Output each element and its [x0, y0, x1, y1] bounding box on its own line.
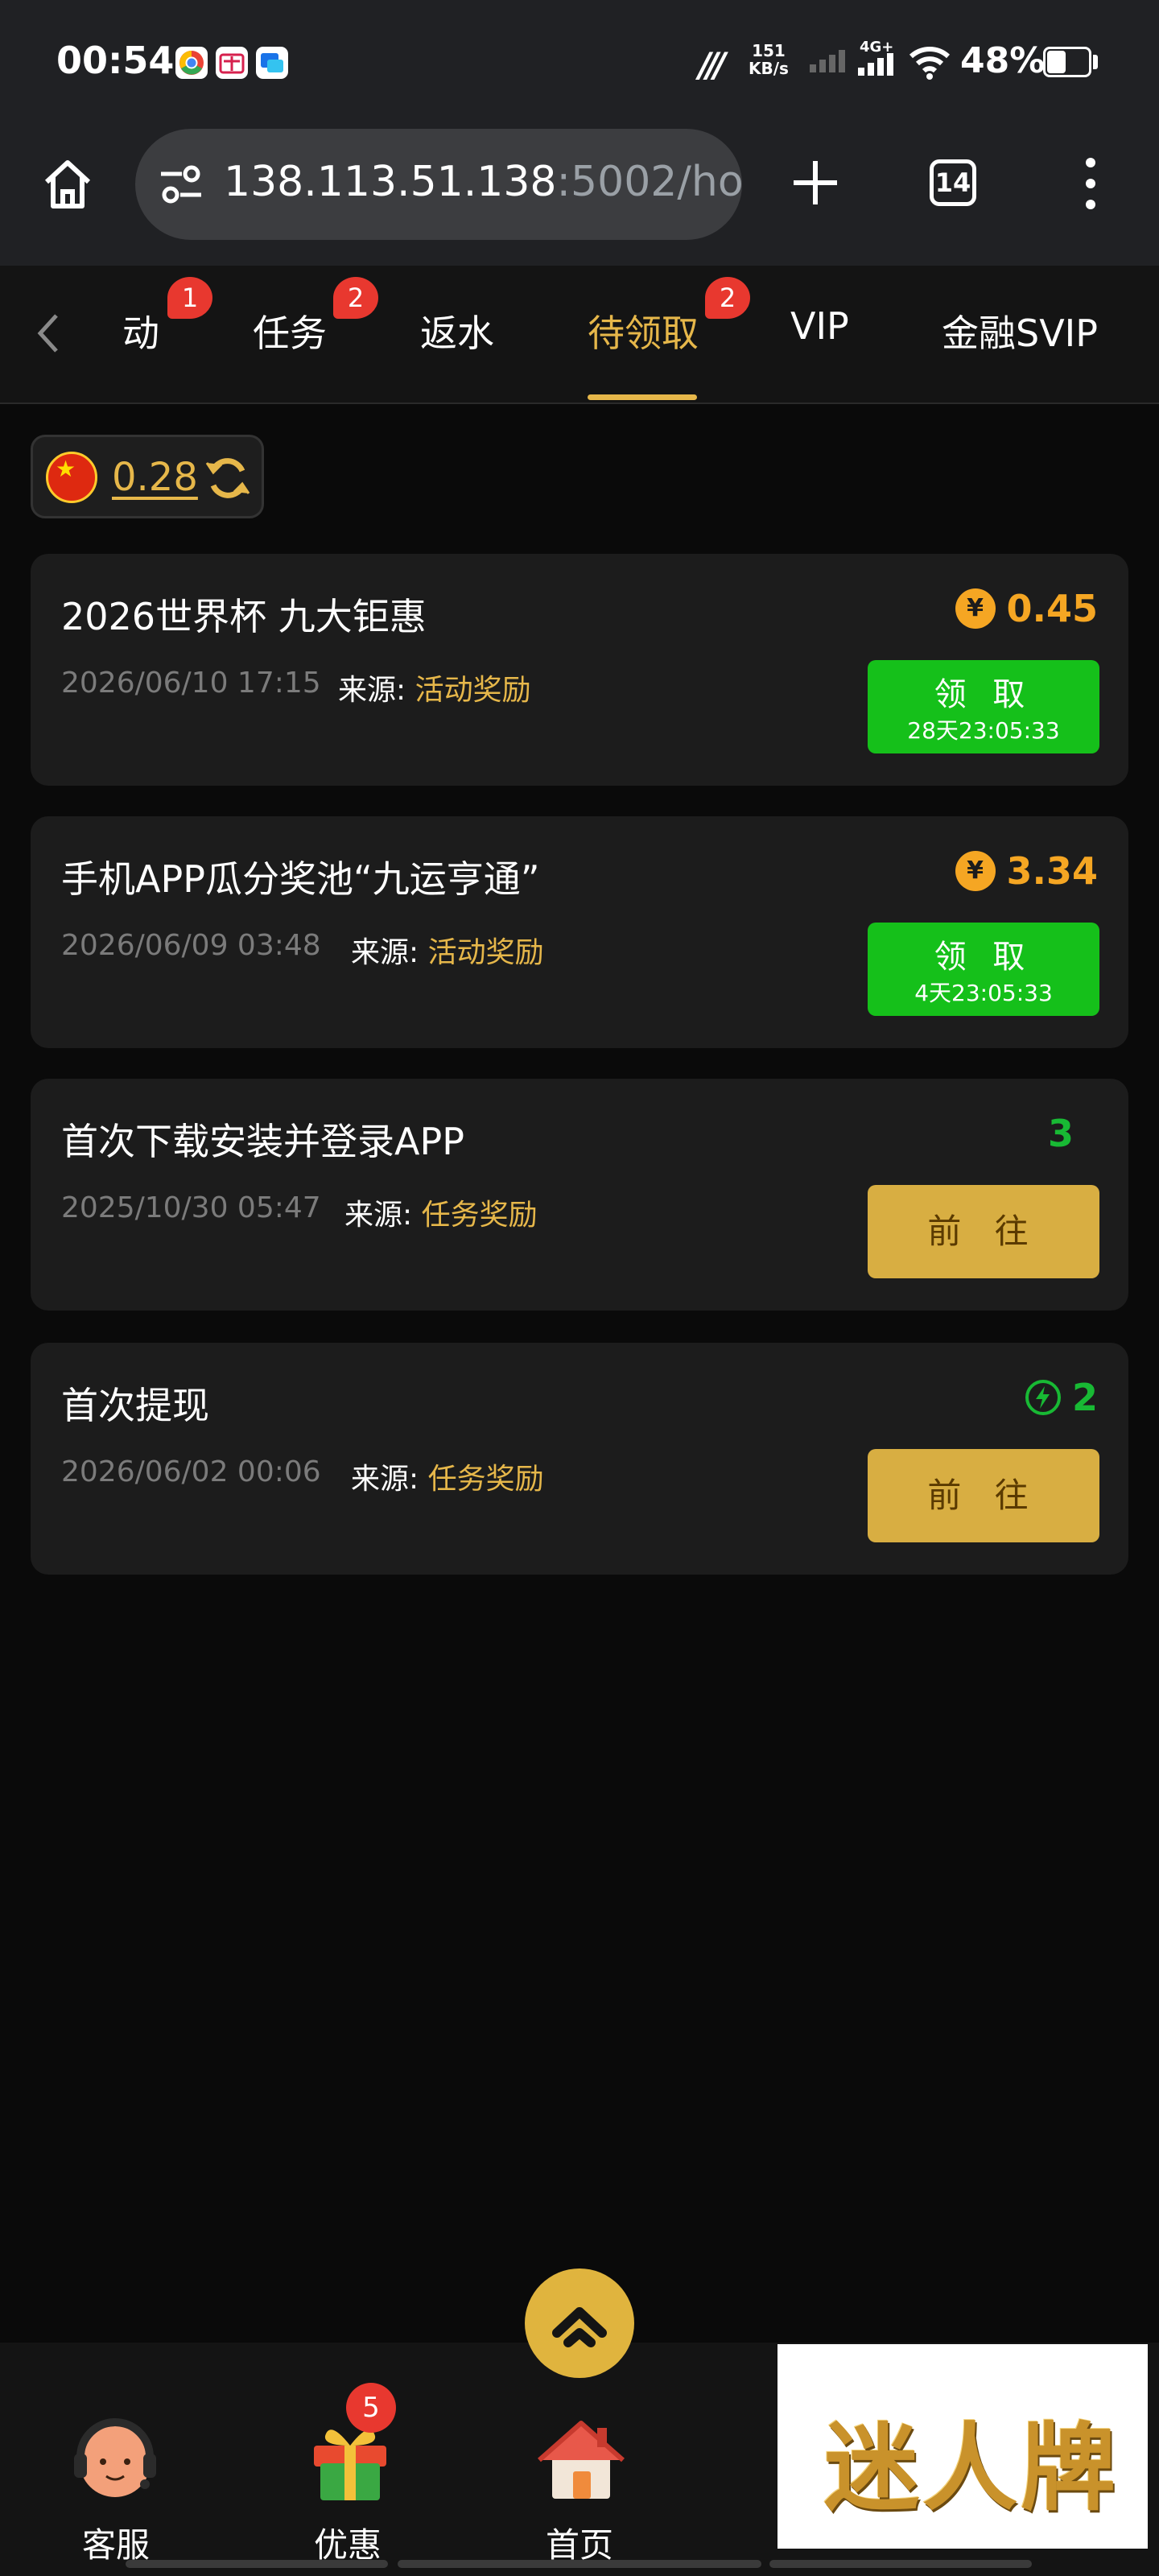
reward-amount: ¥3.34: [955, 847, 1098, 895]
reward-amount: 3: [1047, 1112, 1074, 1155]
tab-vip[interactable]: VIP: [790, 304, 849, 348]
message-app-icon: [256, 47, 288, 79]
bank-app-icon: [216, 47, 248, 79]
yen-coin-icon: ¥: [955, 588, 996, 629]
url-text: 138.113.51.138:5002/home: [224, 158, 742, 206]
reward-source: 来源: 任务奖励: [344, 1199, 538, 1232]
reward-date: 2025/10/30 05:47: [61, 1191, 321, 1224]
network-logo: ///: [699, 45, 726, 85]
tab-pending-claim[interactable]: 待领取: [588, 304, 699, 357]
status-time: 00:54: [56, 39, 175, 82]
reward-source: 来源: 任务奖励: [351, 1463, 544, 1496]
more-menu-icon[interactable]: [1079, 155, 1103, 216]
home-nav-icon[interactable]: [534, 2413, 628, 2507]
home-icon[interactable]: [40, 156, 95, 214]
reward-source: 来源: 活动奖励: [351, 936, 544, 969]
scroll-indicator: [769, 2560, 1032, 2568]
reward-source: 来源: 活动奖励: [338, 674, 531, 707]
reward-card: 2026世界杯 九大钜惠 2026/06/10 17:15 来源: 活动奖励 ¥…: [31, 554, 1128, 786]
network-speed: 151 KB/s: [749, 41, 789, 78]
site-settings-icon[interactable]: [158, 163, 204, 209]
reward-card: 首次下载安装并登录APP 2025/10/30 05:47 来源: 任务奖励 3…: [31, 1079, 1128, 1311]
tab-finance-svip[interactable]: 金融SVIP: [942, 304, 1098, 357]
reward-title: 手机APP瓜分奖池“九运亨通”: [61, 857, 540, 901]
battery-icon: [1043, 47, 1091, 77]
active-tab-indicator: [588, 394, 697, 400]
promo-banner[interactable]: 迷人牌: [777, 2344, 1148, 2549]
lightning-icon: [1025, 1380, 1061, 1415]
claim-countdown: 28天23:05:33: [907, 717, 1060, 744]
tab-badge: 1: [167, 277, 212, 319]
reward-amount: 2: [1025, 1373, 1098, 1422]
customer-service-icon[interactable]: [69, 2415, 161, 2507]
claim-countdown: 4天23:05:33: [914, 980, 1053, 1006]
go-button[interactable]: 前 往: [868, 1185, 1099, 1278]
reward-date: 2026/06/09 03:48: [61, 929, 321, 962]
go-button[interactable]: 前 往: [868, 1449, 1099, 1542]
tab-tasks[interactable]: 任务: [253, 304, 327, 357]
refresh-icon[interactable]: [204, 453, 252, 506]
signal-icon-sim2: [858, 53, 897, 76]
yen-coin-icon: ¥: [955, 851, 996, 891]
balance-value[interactable]: 0.28: [112, 455, 198, 500]
reward-card: 首次提现 2026/06/02 00:06 来源: 任务奖励 2 前 往: [31, 1343, 1128, 1575]
tab-badge: 2: [333, 277, 378, 319]
browser-toolbar: 138.113.51.138:5002/home 14: [0, 121, 1159, 266]
balance-chip: ★ 0.28: [31, 435, 264, 518]
claim-button[interactable]: 领 取 28天23:05:33: [868, 660, 1099, 753]
chevron-left-icon[interactable]: [32, 311, 64, 359]
tab-activity[interactable]: 动: [122, 304, 159, 357]
signal-icon-sim1: [810, 50, 848, 72]
reward-date: 2026/06/02 00:06: [61, 1455, 321, 1488]
battery-percent: 48%: [960, 40, 1046, 81]
reward-title: 首次提现: [61, 1384, 209, 1427]
chrome-app-icon: [175, 47, 208, 79]
tab-badge: 2: [705, 277, 750, 319]
claim-button[interactable]: 领 取 4天23:05:33: [868, 923, 1099, 1016]
new-tab-icon[interactable]: [787, 155, 843, 214]
china-flag-icon: ★: [46, 452, 97, 503]
wifi-icon: [908, 43, 951, 84]
reward-card: 手机APP瓜分奖池“九运亨通” 2026/06/09 03:48 来源: 活动奖…: [31, 816, 1128, 1048]
battery-cap: [1093, 55, 1098, 69]
promo-badge: 5: [346, 2383, 396, 2433]
scroll-indicator: [126, 2560, 388, 2568]
promo-text: 迷人牌: [824, 2412, 1120, 2524]
category-tabs: 动 1 任务 2 返水 待领取 2 VIP 金融SVIP: [0, 266, 1159, 404]
scroll-to-top-button[interactable]: [525, 2268, 634, 2378]
address-bar[interactable]: 138.113.51.138:5002/home: [135, 129, 742, 240]
tab-switcher-button[interactable]: 14: [930, 159, 976, 206]
tab-rebate[interactable]: 返水: [420, 304, 494, 357]
reward-title: 首次下载安装并登录APP: [61, 1120, 464, 1163]
reward-date: 2026/06/10 17:15: [61, 667, 321, 700]
reward-title: 2026世界杯 九大钜惠: [61, 595, 427, 638]
status-bar: 00:54 /// 151 KB/s 4G+ 48%: [0, 0, 1159, 121]
scroll-indicator: [398, 2560, 761, 2568]
reward-amount: ¥0.45: [955, 584, 1098, 633]
